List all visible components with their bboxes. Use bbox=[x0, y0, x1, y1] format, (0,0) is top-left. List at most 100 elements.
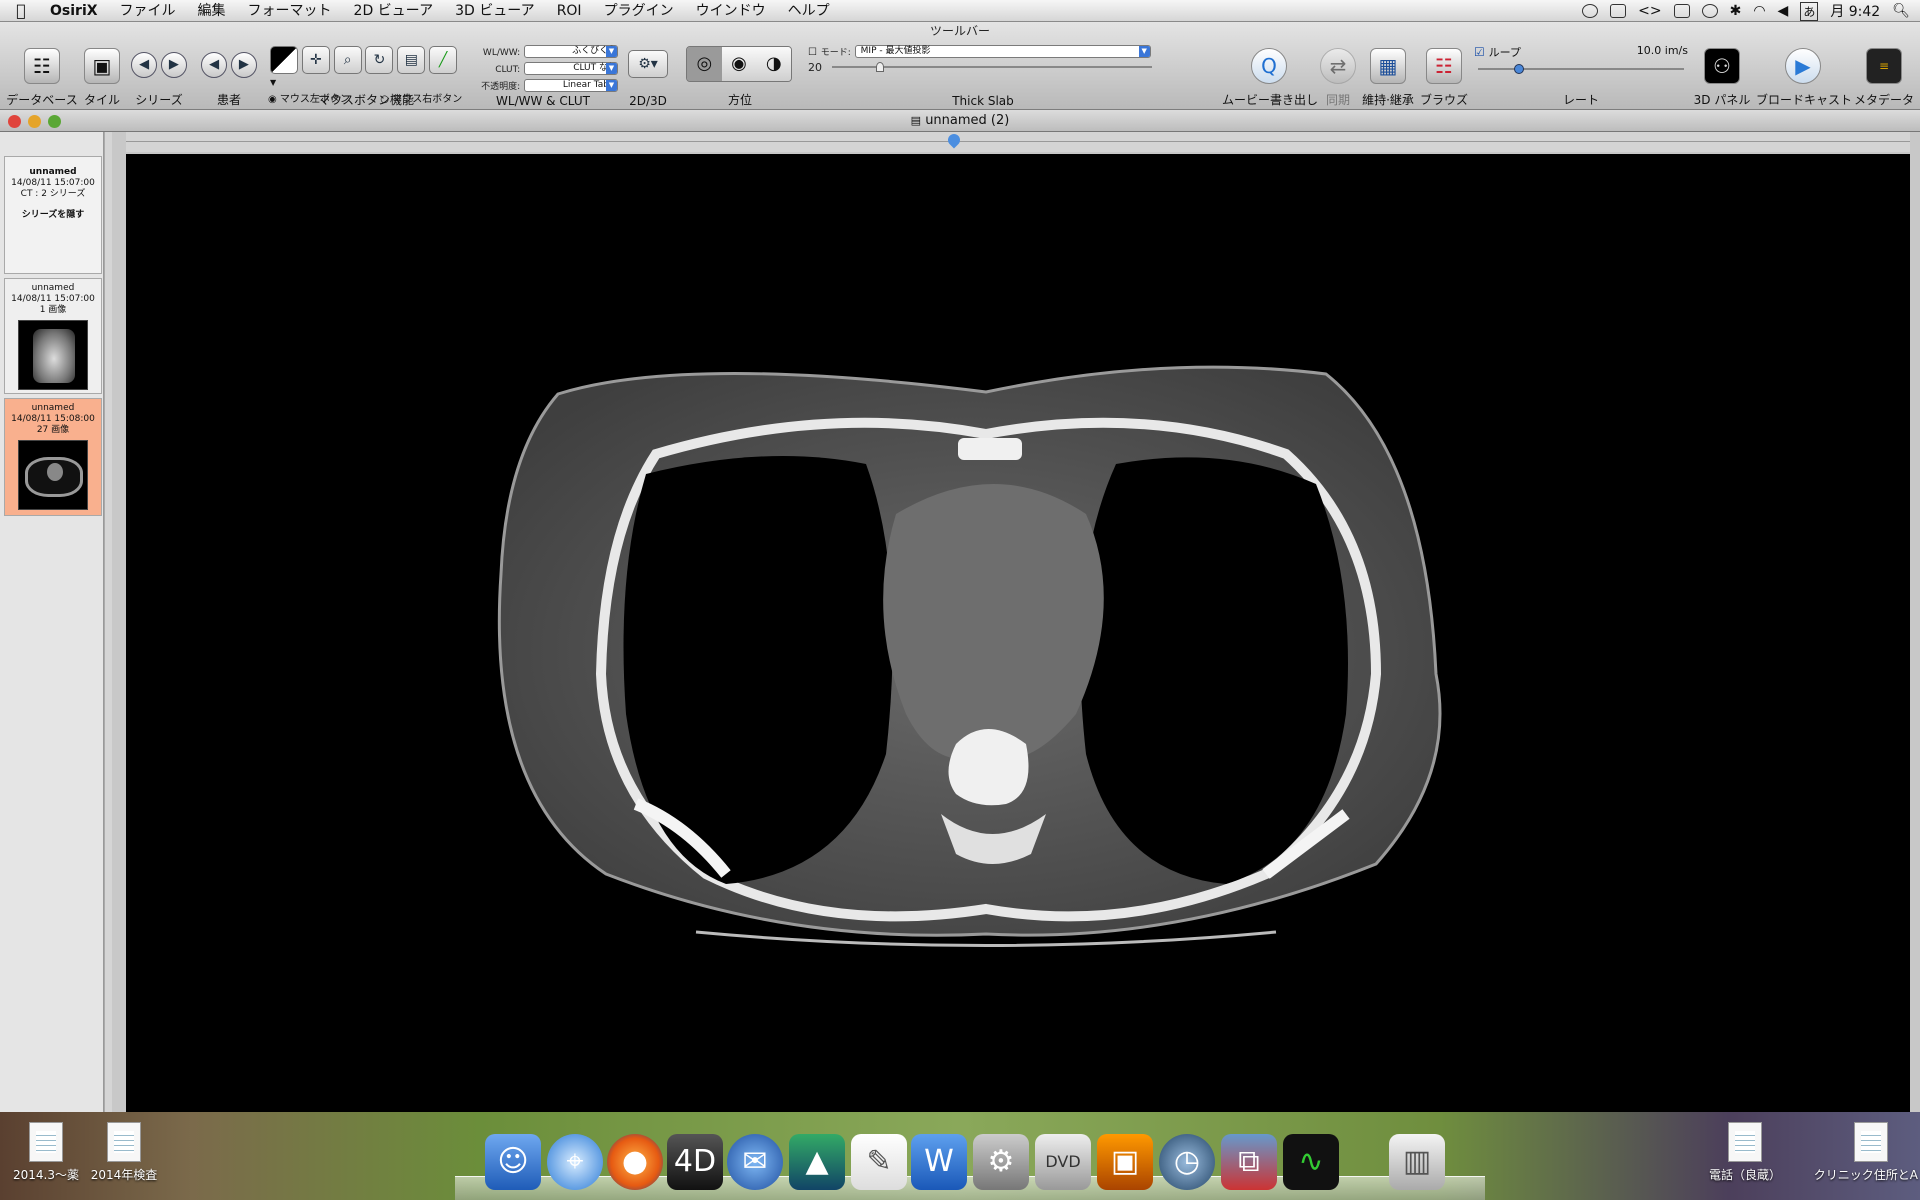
slab-value: 20 bbox=[808, 61, 822, 74]
metadata-label: メタデータ bbox=[1853, 93, 1914, 107]
2d3d-tool[interactable]: ⚙▾ 2D/3D bbox=[620, 42, 676, 108]
series-card[interactable]: unnamed 14/08/11 15:07:00 1 画像 bbox=[4, 278, 102, 394]
slab-slider-knob[interactable] bbox=[876, 61, 884, 72]
next-patient-icon[interactable]: ▶ bbox=[230, 52, 257, 78]
menu-edit[interactable]: 編集 bbox=[187, 0, 237, 22]
coronal-orientation-icon[interactable]: ◉ bbox=[721, 47, 757, 81]
movie-export-tool[interactable]: Q ムービー書き出し bbox=[1222, 42, 1319, 108]
tile-tool[interactable]: ▣ タイル bbox=[82, 42, 122, 108]
thick-slab-checkbox[interactable]: ☐ bbox=[808, 47, 817, 58]
study-card[interactable]: unnamed 14/08/11 15:07:00 CT : 2 シリーズ シリ… bbox=[4, 156, 102, 274]
image-viewer[interactable] bbox=[126, 154, 1910, 1124]
zoom-icon[interactable]: ⌕ bbox=[333, 46, 362, 74]
wifi-icon[interactable]: ◠ bbox=[1753, 3, 1765, 19]
slice-scroll-bar[interactable] bbox=[126, 131, 1910, 152]
menu-app[interactable]: OsiriX bbox=[42, 0, 109, 22]
trash-icon[interactable]: ▥ bbox=[1389, 1134, 1445, 1190]
safari-icon[interactable]: ⌖ bbox=[547, 1134, 603, 1190]
desktop-file-label: 2014.3〜薬 bbox=[13, 1168, 79, 1182]
slice-scroll-knob[interactable] bbox=[945, 131, 963, 149]
3d-panel-tool[interactable]: ⚇ 3D パネル bbox=[1692, 42, 1752, 108]
move-icon[interactable]: ✛ bbox=[301, 46, 330, 74]
activity-monitor-icon[interactable]: ∿ bbox=[1283, 1134, 1339, 1190]
menu-roi[interactable]: ROI bbox=[546, 0, 593, 22]
desktop-file-4[interactable]: クリニック住所とA bbox=[1808, 1122, 1918, 1183]
menu-bar:  OsiriX ファイル 編集 フォーマット 2D ビューア 3D ビューア … bbox=[0, 0, 1920, 22]
dock: ☺ ⌖ ● 4D ✉ ▲ ✎ W ⚙ DVD ▣ ◷ ⧉ ∿ ▥ bbox=[455, 1118, 1485, 1200]
previous-patient-icon[interactable]: ◀ bbox=[201, 52, 228, 78]
menu-window[interactable]: ウインドウ bbox=[685, 0, 777, 22]
scroll-stack-icon[interactable]: ▤ bbox=[397, 46, 426, 74]
code-icon[interactable]: <> bbox=[1638, 3, 1661, 19]
previous-series-icon[interactable]: ◀ bbox=[131, 52, 158, 78]
browse-tool[interactable]: ☷ ブラウズ bbox=[1418, 42, 1470, 108]
sidebar-splitter[interactable] bbox=[104, 132, 112, 1122]
bluetooth-icon[interactable]: ✱ bbox=[1730, 3, 1742, 19]
mode-select[interactable]: MIP - 最大値投影 ▼ bbox=[854, 45, 1151, 58]
system-preferences-icon[interactable]: ⚙ bbox=[973, 1134, 1029, 1190]
wlww-clut-label: WL/WW & CLUT bbox=[496, 94, 590, 108]
google-earth-icon[interactable]: ▲ bbox=[789, 1134, 845, 1190]
window-level-icon[interactable] bbox=[270, 46, 298, 74]
rotate-icon[interactable]: ↻ bbox=[365, 46, 394, 74]
keep-take-tool[interactable]: ▦ 維持·継承 bbox=[1360, 42, 1416, 108]
spotlight-search-icon[interactable]: 🔍︎ bbox=[1892, 3, 1910, 19]
measure-icon[interactable]: ╱ bbox=[429, 46, 458, 74]
desktop-file-2[interactable]: 2014年検査 bbox=[84, 1122, 164, 1183]
menu-help[interactable]: ヘルプ bbox=[777, 0, 841, 22]
database-tool[interactable]: ☷ データベース bbox=[6, 42, 78, 108]
thunderbird-icon[interactable]: ✉ bbox=[727, 1134, 783, 1190]
word-icon[interactable]: W bbox=[911, 1134, 967, 1190]
keep-take-label: 維持·継承 bbox=[1362, 93, 1414, 107]
dvd-player-icon[interactable]: DVD bbox=[1035, 1134, 1091, 1190]
textedit-icon[interactable]: ✎ bbox=[851, 1134, 907, 1190]
3d-panel-icon: ⚇ bbox=[1704, 48, 1740, 84]
wlww-select[interactable]: ふくびくう ▼ bbox=[524, 45, 618, 58]
slab-slider[interactable] bbox=[832, 61, 1152, 74]
hide-series-button[interactable]: シリーズを隠す bbox=[5, 210, 101, 221]
clut-select[interactable]: CLUT なし ▼ bbox=[524, 62, 618, 75]
broadcast-tool[interactable]: ▶ ブロードキャスト bbox=[1756, 42, 1852, 108]
clock[interactable]: 月 9:42 bbox=[1830, 1, 1880, 21]
desktop-file-3[interactable]: 電話（良蔵） bbox=[1700, 1122, 1790, 1183]
quicktime-icon: Q bbox=[1251, 48, 1287, 84]
volume-icon[interactable]: ◀ bbox=[1778, 3, 1789, 19]
series-card-selected[interactable]: unnamed 14/08/11 15:08:00 27 画像 bbox=[4, 398, 102, 516]
time-machine-icon[interactable] bbox=[1701, 4, 1718, 18]
rate-slider[interactable] bbox=[1478, 64, 1684, 74]
more-tools-icon[interactable]: ▼ bbox=[270, 78, 276, 87]
menu-format[interactable]: フォーマット bbox=[237, 0, 343, 22]
rate-slider-knob[interactable] bbox=[1514, 64, 1524, 74]
metadata-tool[interactable]: ≡ メタデータ bbox=[1852, 42, 1916, 108]
vmware-fusion-icon[interactable]: ⧉ bbox=[1221, 1134, 1277, 1190]
series-date: 14/08/11 15:08:00 bbox=[11, 414, 95, 424]
4d-icon[interactable]: 4D bbox=[667, 1134, 723, 1190]
script-menu-icon[interactable] bbox=[1610, 4, 1627, 18]
iphoto-icon[interactable]: ▣ bbox=[1097, 1134, 1153, 1190]
apple-menu-icon[interactable]:  bbox=[0, 1, 42, 20]
next-series-icon[interactable]: ▶ bbox=[160, 52, 187, 78]
menu-file[interactable]: ファイル bbox=[109, 0, 187, 22]
wlww-clut-tool: WL/WW: ふくびくう ▼ CLUT: CLUT なし ▼ 不透明度: Linea… bbox=[468, 42, 618, 108]
2d3d-label: 2D/3D bbox=[629, 94, 667, 108]
finder-icon[interactable]: ☺ bbox=[485, 1134, 541, 1190]
loop-checkbox[interactable]: ☑ bbox=[1474, 45, 1485, 59]
firefox-icon[interactable]: ● bbox=[607, 1134, 663, 1190]
movie-export-label: ムービー書き出し bbox=[1222, 93, 1319, 107]
time-machine-icon[interactable]: ◷ bbox=[1159, 1134, 1215, 1190]
desktop-file-1[interactable]: 2014.3〜薬 bbox=[6, 1122, 86, 1183]
tile-icon: ▣ bbox=[84, 48, 120, 84]
menu-2d-viewer[interactable]: 2D ビューア bbox=[343, 0, 445, 22]
study-name: unnamed bbox=[29, 167, 77, 177]
opacity-select[interactable]: Linear Table ▼ bbox=[524, 79, 618, 92]
sync-status-icon[interactable] bbox=[1582, 4, 1599, 18]
menu-plugins[interactable]: プラグイン bbox=[593, 0, 685, 22]
document-icon: ▤ bbox=[910, 114, 922, 127]
menu-3d-viewer[interactable]: 3D ビューア bbox=[444, 0, 546, 22]
sync-tool[interactable]: ⇄ 同期 bbox=[1318, 42, 1358, 108]
input-mode-indicator[interactable]: あ bbox=[1800, 1, 1819, 21]
display-icon[interactable] bbox=[1673, 4, 1690, 18]
patient-tool: ◀ ▶ 患者 bbox=[198, 42, 260, 108]
sagittal-orientation-icon[interactable]: ◑ bbox=[756, 47, 791, 81]
axial-orientation-icon[interactable]: ◎ bbox=[687, 47, 722, 81]
